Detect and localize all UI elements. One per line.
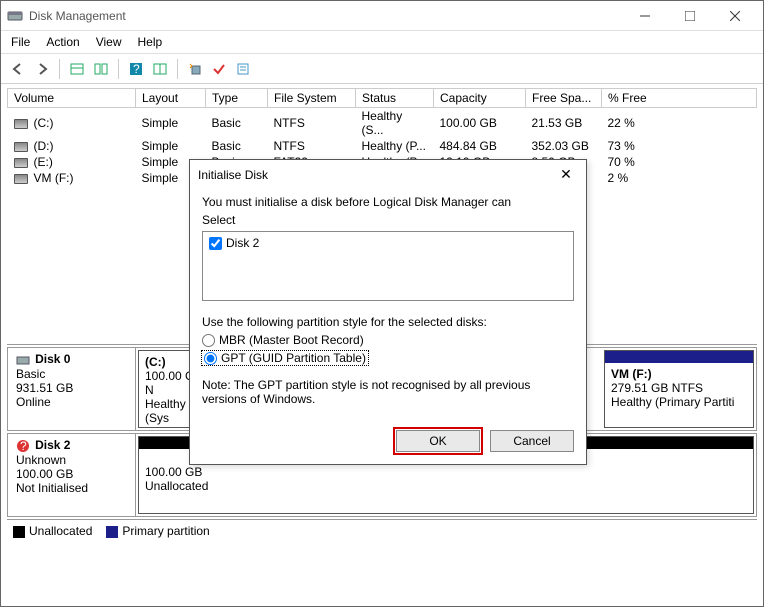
- col-pfree[interactable]: % Free: [602, 89, 757, 108]
- col-capacity[interactable]: Capacity: [434, 89, 526, 108]
- app-icon: [7, 8, 23, 24]
- disk-select-list[interactable]: Disk 2: [202, 231, 574, 301]
- col-status[interactable]: Status: [356, 89, 434, 108]
- col-volume[interactable]: Volume: [8, 89, 136, 108]
- menubar: File Action View Help: [1, 31, 763, 54]
- menu-action[interactable]: Action: [46, 35, 79, 49]
- settings-list-button[interactable]: [149, 58, 171, 80]
- disk-info: Disk 0 Basic 931.51 GB Online: [8, 348, 136, 430]
- panes-button[interactable]: [90, 58, 112, 80]
- drive-icon: [14, 158, 28, 168]
- disk-unknown-icon: ?: [16, 439, 30, 453]
- menu-help[interactable]: Help: [138, 35, 163, 49]
- gpt-radio[interactable]: [204, 352, 217, 365]
- view-button[interactable]: [66, 58, 88, 80]
- drive-icon: [14, 142, 28, 152]
- legend: Unallocated Primary partition: [7, 519, 757, 542]
- dialog-title: Initialise Disk: [198, 168, 554, 182]
- disk-info: ? Disk 2 Unknown 100.00 GB Not Initialis…: [8, 434, 136, 516]
- properties-button[interactable]: [232, 58, 254, 80]
- col-fs[interactable]: File System: [268, 89, 356, 108]
- titlebar: Disk Management: [1, 1, 763, 31]
- disk-checkbox-row[interactable]: Disk 2: [209, 236, 567, 250]
- cancel-button[interactable]: Cancel: [490, 430, 574, 452]
- svg-text:?: ?: [20, 439, 27, 453]
- toolbar: ?: [1, 54, 763, 84]
- dialog-note: Note: The GPT partition style is not rec…: [202, 378, 574, 406]
- dialog-close-button[interactable]: ✕: [554, 166, 578, 183]
- ok-button[interactable]: OK: [396, 430, 480, 452]
- partition-style-label: Use the following partition style for th…: [202, 315, 574, 329]
- maximize-button[interactable]: [667, 2, 712, 30]
- window-title: Disk Management: [29, 9, 622, 23]
- back-button[interactable]: [7, 58, 29, 80]
- menu-file[interactable]: File: [11, 35, 30, 49]
- table-row[interactable]: (D:)SimpleBasicNTFSHealthy (P...484.84 G…: [8, 138, 757, 154]
- svg-text:?: ?: [133, 62, 140, 76]
- initialise-disk-dialog: Initialise Disk ✕ You must initialise a …: [189, 159, 587, 465]
- help-button[interactable]: ?: [125, 58, 147, 80]
- forward-button[interactable]: [31, 58, 53, 80]
- minimize-button[interactable]: [622, 2, 667, 30]
- mbr-radio[interactable]: [202, 334, 215, 347]
- col-type[interactable]: Type: [206, 89, 268, 108]
- dialog-message: You must initialise a disk before Logica…: [202, 195, 574, 209]
- disk2-checkbox[interactable]: [209, 237, 222, 250]
- menu-view[interactable]: View: [96, 35, 122, 49]
- dialog-titlebar: Initialise Disk ✕: [190, 160, 586, 189]
- refresh-button[interactable]: [184, 58, 206, 80]
- partition[interactable]: VM (F:)279.51 GB NTFSHealthy (Primary Pa…: [604, 350, 754, 428]
- dialog-select-label: Select: [202, 213, 574, 227]
- legend-swatch-primary: [106, 526, 118, 538]
- col-free[interactable]: Free Spa...: [526, 89, 602, 108]
- legend-swatch-unallocated: [13, 526, 25, 538]
- check-button[interactable]: [208, 58, 230, 80]
- disk-icon: [16, 353, 30, 367]
- drive-icon: [14, 174, 28, 184]
- radio-gpt[interactable]: GPT (GUID Partition Table): [202, 351, 368, 365]
- drive-icon: [14, 119, 28, 129]
- radio-mbr[interactable]: MBR (Master Boot Record): [202, 333, 574, 347]
- table-row[interactable]: (C:)SimpleBasicNTFSHealthy (S...100.00 G…: [8, 108, 757, 139]
- col-layout[interactable]: Layout: [136, 89, 206, 108]
- close-button[interactable]: [712, 2, 757, 30]
